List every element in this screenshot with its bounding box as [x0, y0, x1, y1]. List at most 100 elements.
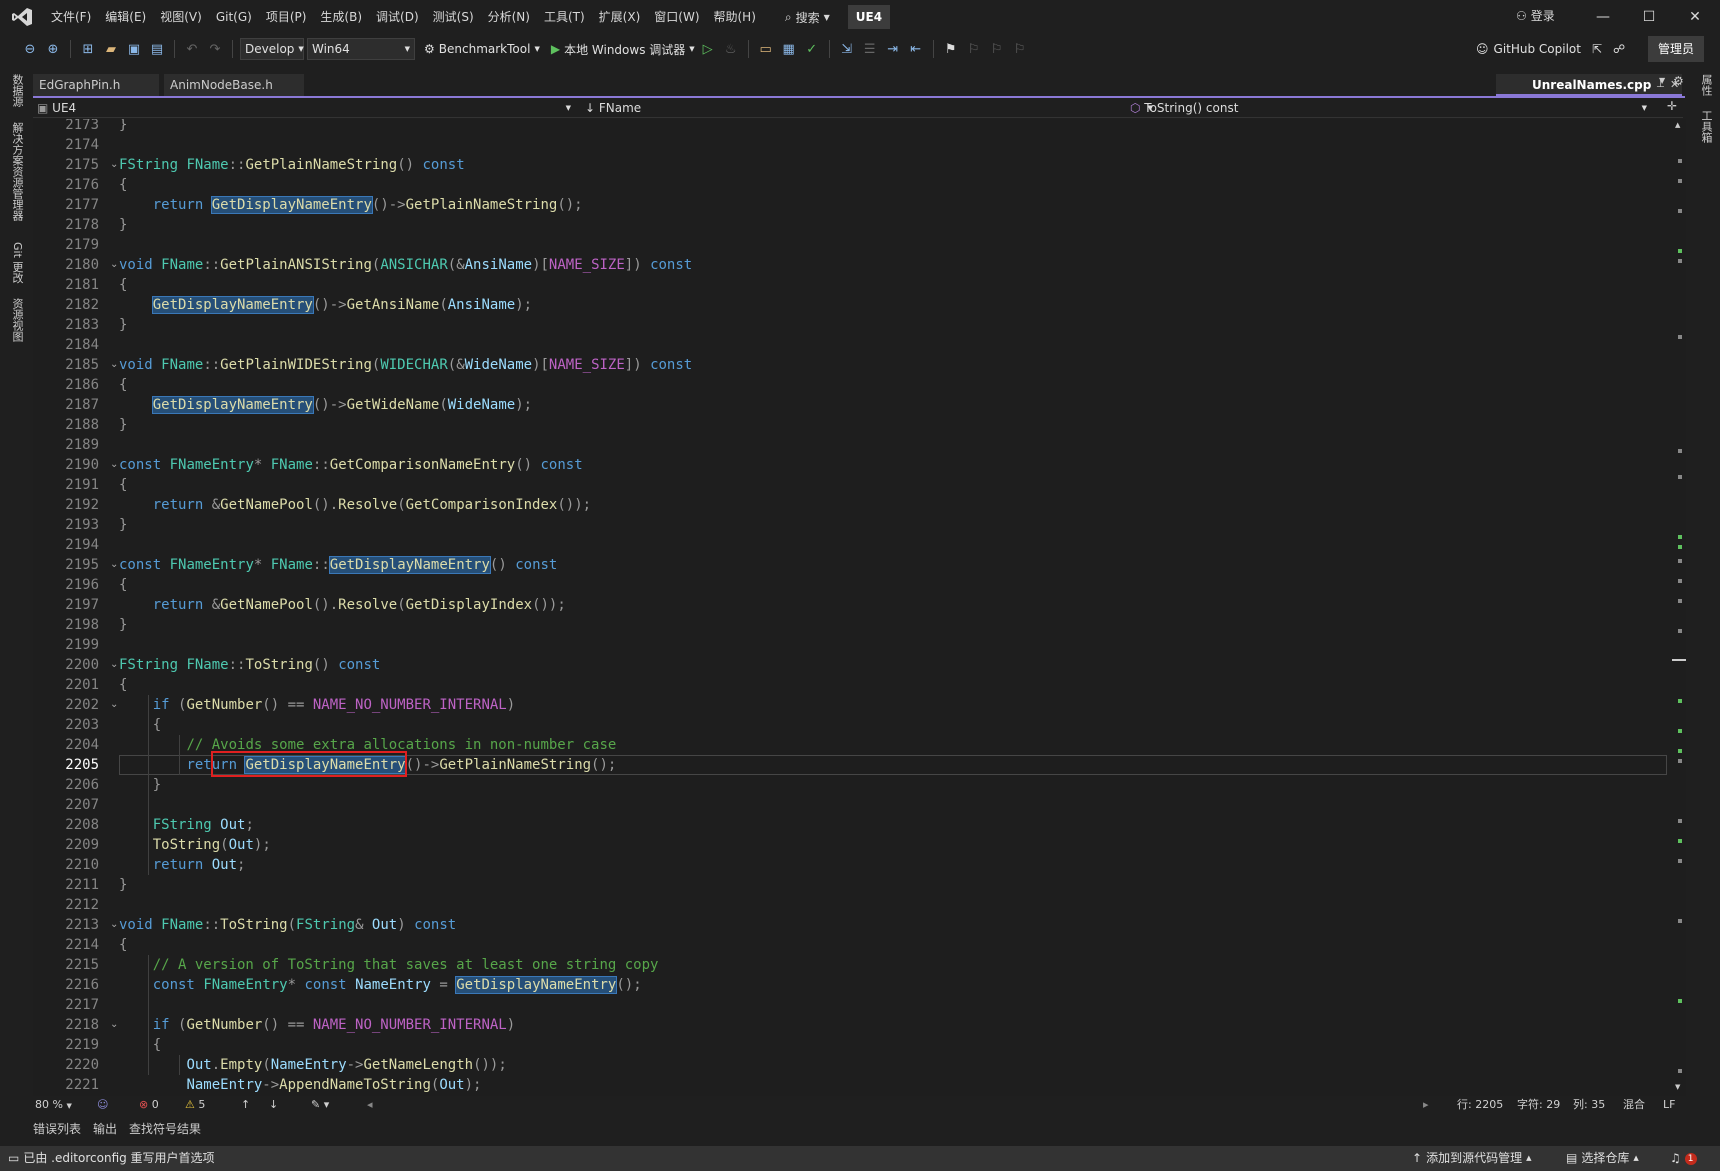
indent-icon[interactable]: ⇥: [883, 38, 903, 60]
char-indicator[interactable]: 字符: 29: [1517, 1096, 1560, 1114]
menu-item[interactable]: 视图(V): [153, 0, 209, 34]
startup-project-select[interactable]: ⚙ BenchmarkTool ▼: [424, 42, 540, 56]
code-line[interactable]: {: [119, 375, 127, 395]
settings-gear-icon[interactable]: ⚙: [1673, 74, 1684, 88]
fold-toggle-icon[interactable]: ⌄: [110, 915, 118, 935]
folder-view-icon[interactable]: ▭: [756, 38, 776, 60]
scroll-thumb-marker[interactable]: [1672, 659, 1686, 661]
code-line[interactable]: void FName::GetPlainANSIString(ANSICHAR(…: [119, 255, 692, 275]
navigate-forward-icon[interactable]: ⊕: [43, 38, 63, 60]
code-line[interactable]: ToString(Out);: [119, 835, 271, 855]
code-line[interactable]: Out.Empty(NameEntry->GetNameLength());: [119, 1055, 506, 1075]
code-line[interactable]: const FNameEntry* FName::GetDisplayNameE…: [119, 555, 557, 575]
sign-in-button[interactable]: ⚇ 登录: [1516, 4, 1555, 28]
step-into-icon[interactable]: ⇲: [837, 38, 857, 60]
code-line[interactable]: GetDisplayNameEntry()->GetWideName(WideN…: [119, 395, 532, 415]
code-line[interactable]: {: [119, 275, 127, 295]
next-issue-icon[interactable]: ↓: [269, 1096, 278, 1114]
split-editor-icon[interactable]: ✛: [1667, 99, 1677, 113]
scroll-right-icon[interactable]: ▸: [1423, 1096, 1429, 1114]
menu-item[interactable]: 编辑(E): [98, 0, 153, 34]
code-line[interactable]: // A version of ToString that saves at l…: [119, 955, 659, 975]
visual-studio-logo-icon[interactable]: [0, 0, 44, 34]
fold-toggle-icon[interactable]: ⌄: [110, 455, 118, 475]
menu-item[interactable]: 测试(S): [426, 0, 481, 34]
doc-tab-edgraphpin[interactable]: EdGraphPin.h: [33, 74, 159, 96]
fold-toggle-icon[interactable]: ⌄: [110, 555, 118, 575]
platform-select[interactable]: Win64 ▼: [307, 38, 415, 60]
line-indicator[interactable]: 行: 2205: [1457, 1096, 1503, 1114]
code-line[interactable]: const FNameEntry* const NameEntry = GetD…: [119, 975, 642, 995]
fold-toggle-icon[interactable]: ⌄: [110, 155, 118, 175]
clear-bookmarks-icon[interactable]: ⚐: [1010, 38, 1030, 60]
tab-error-list[interactable]: 错误列表: [33, 1118, 81, 1140]
select-repository-button[interactable]: ▤ 选择仓库 ▲: [1566, 1146, 1639, 1171]
code-line[interactable]: NameEntry->AppendNameToString(Out);: [119, 1075, 481, 1095]
tool-tab-toolbox[interactable]: 工具箱: [1698, 110, 1714, 143]
scroll-down-icon[interactable]: ▼: [1675, 1083, 1680, 1091]
configuration-select[interactable]: Develop ▼: [240, 38, 304, 60]
tab-output[interactable]: 输出: [93, 1118, 117, 1140]
bookmark-icon[interactable]: ⚑: [941, 38, 961, 60]
warning-count[interactable]: ⚠ 5: [185, 1096, 205, 1114]
menu-item[interactable]: 文件(F): [44, 0, 98, 34]
project-scope-combo[interactable]: ▣ UE4 ▼: [33, 98, 577, 118]
code-line[interactable]: if (GetNumber() == NAME_NO_NUMBER_INTERN…: [119, 695, 515, 715]
code-line[interactable]: return GetDisplayNameEntry()->GetPlainNa…: [119, 195, 583, 215]
vertical-scrollbar[interactable]: ▲ ▼: [1672, 119, 1686, 1096]
code-line[interactable]: }: [119, 415, 127, 435]
menu-item[interactable]: 扩展(X): [592, 0, 648, 34]
code-line[interactable]: }: [119, 615, 127, 635]
scroll-left-icon[interactable]: ◂: [367, 1096, 373, 1114]
tool-tab-data-sources[interactable]: 数据源: [9, 74, 25, 107]
code-line[interactable]: {: [119, 175, 127, 195]
tab-find-symbol-results[interactable]: 查找符号结果: [129, 1118, 201, 1140]
code-line[interactable]: {: [119, 675, 127, 695]
tool-tab-resource-view[interactable]: 资源视图: [9, 298, 25, 342]
zoom-select[interactable]: 80 % ▼: [35, 1096, 72, 1114]
notifications-button[interactable]: ♫ 1: [1670, 1146, 1697, 1171]
tab-list-dropdown-icon[interactable]: ▼: [1659, 76, 1665, 85]
code-line[interactable]: FString FName::ToString() const: [119, 655, 380, 675]
save-icon[interactable]: ▣: [124, 38, 144, 60]
code-cleanup-icon[interactable]: ✎ ▾: [311, 1096, 329, 1114]
comment-icon[interactable]: ☰: [860, 38, 880, 60]
navigate-back-icon[interactable]: ⊖: [20, 38, 40, 60]
code-line[interactable]: FString Out;: [119, 815, 254, 835]
code-line[interactable]: if (GetNumber() == NAME_NO_NUMBER_INTERN…: [119, 1015, 515, 1035]
doc-tab-unrealnames-active[interactable]: UnrealNames.cpp ⊥ ✕: [1496, 74, 1682, 96]
prev-bookmark-icon[interactable]: ⚐: [964, 38, 984, 60]
code-line[interactable]: void FName::GetPlainWIDEString(WIDECHAR(…: [119, 355, 692, 375]
save-all-icon[interactable]: ▤: [147, 38, 167, 60]
code-line[interactable]: {: [119, 475, 127, 495]
code-line[interactable]: void FName::ToString(FString& Out) const: [119, 915, 456, 935]
type-scope-combo[interactable]: ↓ FName ▼: [581, 98, 1159, 118]
code-line[interactable]: {: [119, 1035, 161, 1055]
new-project-icon[interactable]: ⊞: [78, 38, 98, 60]
code-line[interactable]: {: [119, 935, 127, 955]
member-scope-combo[interactable]: ⬡ ToString() const ▼: [1126, 98, 1653, 118]
maximize-button[interactable]: ☐: [1626, 0, 1672, 34]
copilot-status-icon[interactable]: ☺: [97, 1096, 108, 1114]
code-line[interactable]: FString FName::GetPlainNameString() cons…: [119, 155, 465, 175]
code-line[interactable]: GetDisplayNameEntry()->GetAnsiName(AnsiN…: [119, 295, 532, 315]
close-window-button[interactable]: ✕: [1672, 0, 1718, 34]
menu-item[interactable]: 窗口(W): [647, 0, 706, 34]
code-line[interactable]: }: [119, 875, 127, 895]
fold-toggle-icon[interactable]: ⌄: [110, 655, 118, 675]
menu-item[interactable]: Git(G): [209, 0, 259, 34]
tool-tab-properties[interactable]: 属性: [1698, 74, 1714, 96]
doc-tab-animnodebase[interactable]: AnimNodeBase.h: [164, 74, 304, 96]
tool-tab-git-changes[interactable]: Git 更改: [9, 242, 25, 283]
next-bookmark-icon[interactable]: ⚐: [987, 38, 1007, 60]
fold-toggle-icon[interactable]: ⌄: [110, 355, 118, 375]
code-line[interactable]: }: [119, 775, 161, 795]
window-layout-icon[interactable]: ▦: [779, 38, 799, 60]
open-file-icon[interactable]: ▰: [101, 38, 121, 60]
code-line[interactable]: }: [119, 119, 127, 135]
code-line[interactable]: return &GetNamePool().Resolve(GetCompari…: [119, 495, 591, 515]
code-line[interactable]: return Out;: [119, 855, 246, 875]
code-line[interactable]: }: [119, 315, 127, 335]
code-editor[interactable]: 2173 2174 2175 ⌄ 2176 2177 2178 2179 2180 ⌄ 2181 21…: [33, 119, 1683, 1096]
output-window-icon[interactable]: ▭: [8, 1146, 19, 1171]
